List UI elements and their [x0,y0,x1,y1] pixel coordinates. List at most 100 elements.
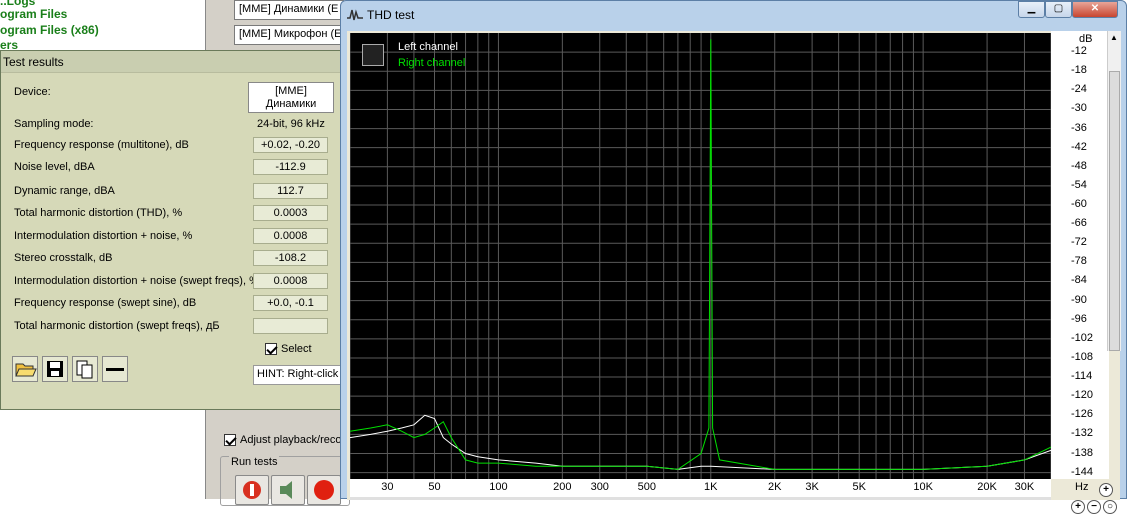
run-tests-label: Run tests [229,456,280,468]
save-button[interactable] [42,356,68,382]
result-label: Noise level, dBA [14,161,95,173]
x-tick-label: 1K [704,481,718,493]
x-tick-label: 500 [637,481,657,493]
minimize-button[interactable]: ▁ [1018,1,1045,18]
collapse-button[interactable] [102,356,128,382]
select-label: Select [281,343,312,355]
record-device-field[interactable]: [MME] Микрофон (E [234,25,344,45]
tree-item[interactable]: ogram Files (x86) [0,23,99,37]
thd-window: THD test ▁ ▢ ✕ Left channel Right channe… [340,0,1127,514]
save-icon [47,361,63,377]
minus-icon [106,368,124,371]
window-buttons: ▁ ▢ ✕ [1018,1,1118,18]
stop-button[interactable] [307,475,341,505]
select-checkbox[interactable] [265,343,277,356]
result-value: 0.0008 [253,273,328,289]
zoom-in-x-icon[interactable]: + [1071,500,1085,514]
y-tick-label: -90 [1071,293,1087,306]
x-tick-label: 30 [381,481,394,493]
x-tick-label: 2K [767,481,782,493]
y-tick-label: -66 [1071,217,1087,230]
y-tick-label: -48 [1071,159,1087,172]
y-tick-label: -18 [1071,64,1087,77]
y-tick-label: -102 [1071,331,1094,344]
hint-box: HINT: Right-click [253,365,343,385]
result-label: Total harmonic distortion (swept freqs),… [14,320,220,332]
x-unit-label: Hz [1075,481,1089,493]
speaker-icon [280,481,292,499]
copy-icon [76,360,93,379]
plot-svg [350,33,1051,479]
legend-right-channel: Right channel [398,57,466,69]
thd-plot[interactable]: Left channel Right channel [350,33,1051,479]
y-tick-label: -114 [1071,370,1093,383]
thd-title: THD test [367,8,415,22]
y-tick-label: -24 [1071,83,1087,96]
result-label: Stereo crosstalk, dB [14,252,113,264]
sampling-label: Sampling mode: [14,118,94,130]
result-label: Frequency response (swept sine), dB [14,297,197,309]
thd-client: Left channel Right channel dB -12 -18 -24 -… [347,31,1121,514]
x-tick-label: 300 [590,481,609,493]
y-tick-label: -132 [1071,427,1094,440]
device-value-box: [MME] Динамики [248,82,334,113]
zoom-reset-icon[interactable]: ○ [1103,500,1117,514]
maximize-icon: ▢ [1053,3,1064,14]
adjust-checkbox[interactable] [224,434,236,447]
tree-item[interactable]: ogram Files [0,7,67,21]
y-tick-label: -60 [1071,198,1087,211]
waveform-icon [347,9,363,21]
zoom-out-x-icon[interactable]: − [1087,500,1101,514]
result-value: +0.02, -0.20 [253,137,328,153]
results-title: Test results [1,51,341,73]
result-value: 112.7 [253,183,328,199]
playback-device-field[interactable]: [MME] Динамики (E [234,0,344,20]
close-button[interactable]: ✕ [1072,1,1118,18]
y-axis: dB -12 -18 -24 -30 -36 -42 -48 -54 -60 -66 -72 -78 -… [1051,31,1109,479]
x-tick-label: 30K [1014,481,1035,493]
y-tick-label: -36 [1071,121,1087,134]
open-button[interactable] [12,356,38,382]
result-label: Intermodulation distortion + noise (swep… [14,275,259,287]
record-icon [243,481,261,499]
y-tick-label: -12 [1071,45,1087,58]
legend-left-channel: Left channel [398,41,458,53]
y-tick-label: -144 [1071,465,1094,478]
minimize-icon: ▁ [1027,3,1036,14]
legend-grid-icon[interactable] [362,44,384,66]
y-tick-label: -138 [1071,446,1094,459]
vertical-scrollbar[interactable]: ▲ [1107,31,1121,351]
speaker-button[interactable] [271,475,305,505]
result-value: -108.2 [253,250,328,266]
x-tick-label: 5K [852,481,866,493]
x-tick-label: 100 [489,481,508,493]
device-value-line1: [MME] [275,85,307,97]
explorer-tree: ..Logs ogram Files ogram Files (x86) ers [0,0,210,52]
result-value: +0.0, -0.1 [253,295,328,311]
x-tick-label: 50 [428,481,441,493]
result-label: Total harmonic distortion (THD), % [14,207,183,219]
result-value: -112.9 [253,159,328,175]
thd-titlebar: THD test [347,3,414,27]
result-label: Frequency response (multitone), dB [14,139,189,151]
copy-button[interactable] [72,356,98,382]
scroll-up-icon[interactable]: ▲ [1110,33,1118,42]
y-tick-label: -84 [1071,274,1087,287]
sampling-value: 24-bit, 96 kHz [257,118,325,130]
x-tick-label: 3K [805,481,819,493]
close-icon: ✕ [1090,3,1100,14]
x-tick-label: 10K [913,481,933,493]
result-value: 0.0008 [253,228,328,244]
zoom-in-icon[interactable]: + [1099,483,1113,497]
y-tick-label: -30 [1071,102,1087,115]
series-right-channel [350,39,1051,470]
run-test-button[interactable] [235,475,269,505]
adjust-label: Adjust playback/reco [240,434,342,446]
select-checkbox-row[interactable]: Select [265,343,312,356]
x-tick-label: 20K [977,481,997,493]
adjust-checkbox-row[interactable]: Adjust playback/reco [224,434,342,447]
scroll-thumb[interactable] [1109,71,1120,351]
result-label: Dynamic range, dBA [14,185,115,197]
x-tick-label: 200 [553,481,572,493]
maximize-button[interactable]: ▢ [1045,1,1072,18]
